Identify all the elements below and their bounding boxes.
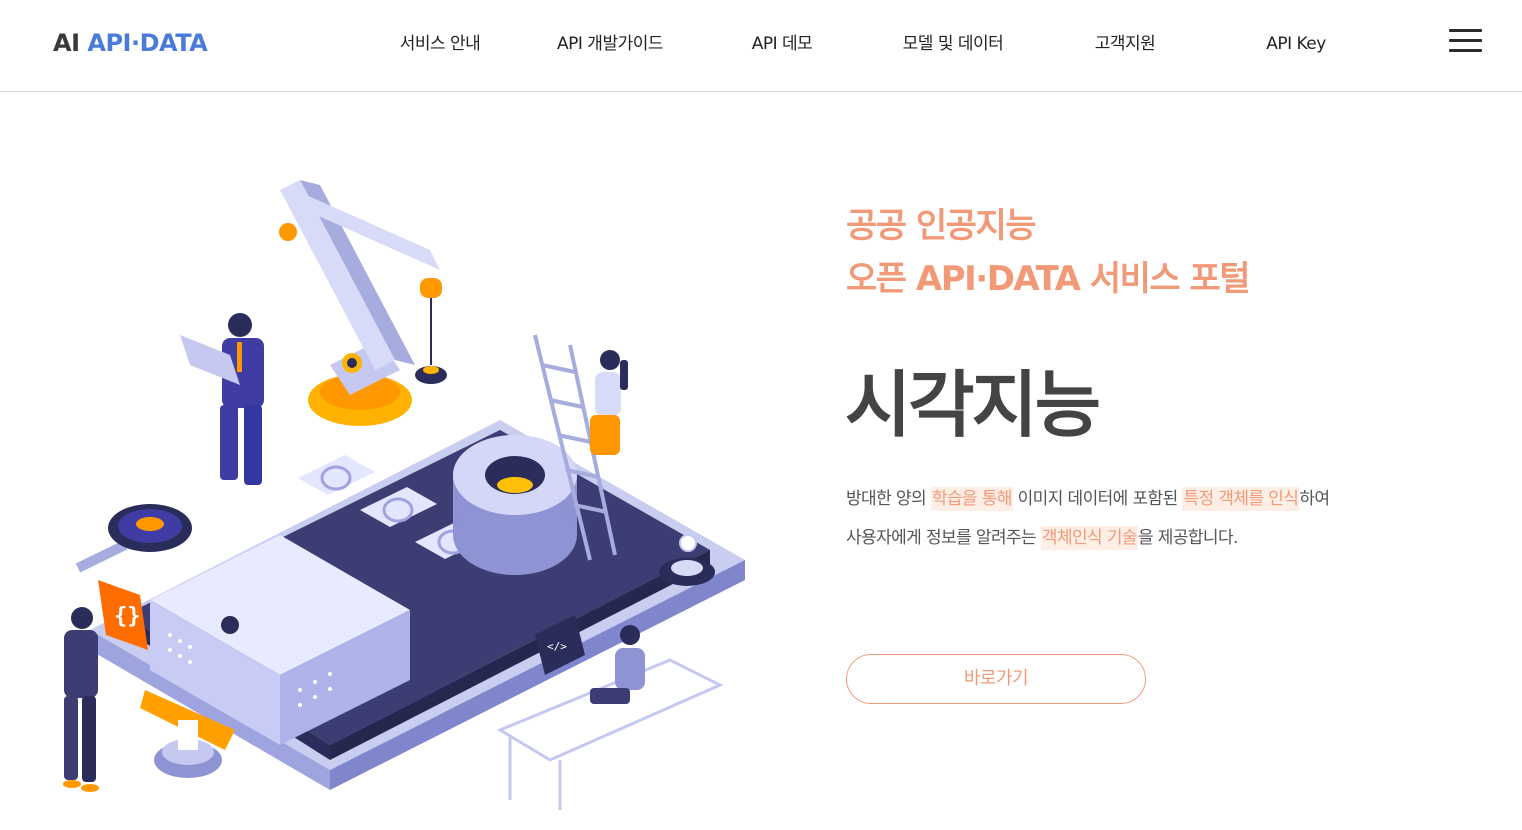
desc-highlight: 객체인식 기술 <box>1040 526 1138 550</box>
person-woman-figure <box>590 350 628 455</box>
gear-icon <box>453 435 577 575</box>
logo-ai-text: AI <box>53 29 80 57</box>
hamburger-menu-icon[interactable] <box>1448 29 1484 55</box>
nav-models-data[interactable]: 모델 및 데이터 <box>903 31 1004 57</box>
hero-description: 방대한 양의 학습을 통해 이미지 데이터에 포함된 특정 객체를 인식하여 사… <box>846 480 1446 558</box>
hero-subtitle: 공공 인공지능 오픈 API·DATA 서비스 포털 <box>846 200 1251 306</box>
nav-service-guide[interactable]: 서비스 안내 <box>400 31 481 57</box>
person-standing-figure <box>63 607 99 792</box>
logo-brand-text: API·DATA <box>87 29 208 57</box>
hero-subtitle-line1: 공공 인공지능 <box>846 206 1037 246</box>
go-button[interactable]: 바로가기 <box>846 654 1146 704</box>
desc-text: 방대한 양의 <box>846 489 931 509</box>
description-line-2: 사용자에게 정보를 알려주는 객체인식 기술을 제공합니다. <box>846 519 1446 558</box>
nav-api-demo[interactable]: API 데모 <box>752 31 813 57</box>
svg-text:{}: {} <box>114 604 141 629</box>
site-logo[interactable]: AI API·DATA <box>53 27 208 59</box>
desc-highlight: 학습을 통해 <box>930 487 1013 511</box>
svg-text:</>: </> <box>547 640 567 653</box>
robot-arm-icon <box>279 180 447 426</box>
nav-api-dev-guide[interactable]: API 개발가이드 <box>557 31 664 57</box>
desc-text: 을 제공합니다. <box>1137 528 1238 548</box>
hero-illustration: {} </> <box>63 180 745 810</box>
desc-text: 사용자에게 정보를 알려주는 <box>846 528 1041 548</box>
desc-text: 이미지 데이터에 포함된 <box>1012 489 1183 509</box>
description-line-1: 방대한 양의 학습을 통해 이미지 데이터에 포함된 특정 객체를 인식하여 <box>846 480 1446 519</box>
nav-customer-support[interactable]: 고객지원 <box>1095 31 1156 57</box>
nav-api-key[interactable]: API Key <box>1266 31 1326 57</box>
person-man-tablet-figure <box>180 313 264 485</box>
magnifier-icon <box>75 504 192 573</box>
hero-subtitle-line2: 오픈 API·DATA 서비스 포털 <box>846 259 1251 299</box>
page-title: 시각지능 <box>845 363 1101 447</box>
desc-highlight: 특정 객체를 인식 <box>1182 487 1300 511</box>
desc-text: 하여 <box>1299 489 1330 509</box>
site-header: AI API·DATA 서비스 안내 API 개발가이드 API 데모 모델 및… <box>0 0 1522 92</box>
